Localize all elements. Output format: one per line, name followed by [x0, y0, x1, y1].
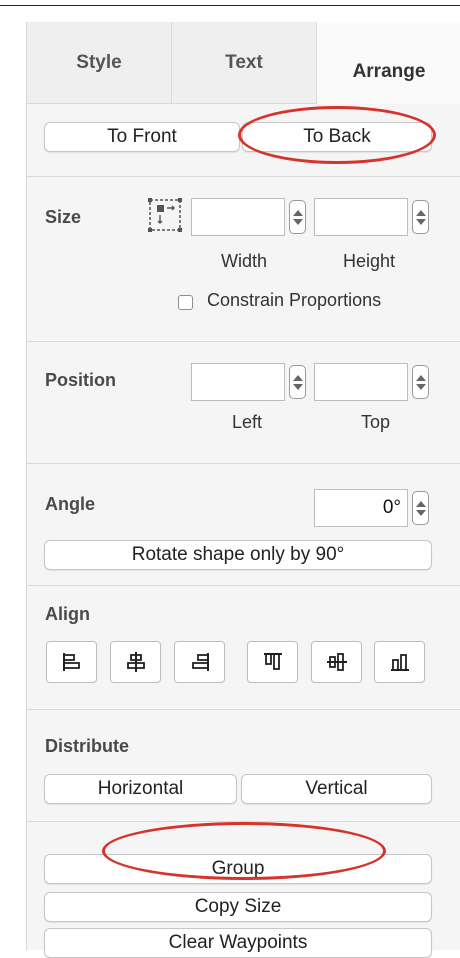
angle-label: Angle: [45, 494, 96, 514]
distribute-section: Distribute Horizontal Vertical: [27, 709, 460, 822]
position-label: Position: [45, 370, 116, 390]
stepper-down-icon: [292, 383, 303, 390]
height-stepper[interactable]: [412, 200, 429, 234]
actions-section: Group Copy Size Clear Waypoints: [27, 821, 460, 958]
align-middle-icon: [326, 653, 347, 671]
stepper-up-icon: [415, 500, 426, 507]
angle-input[interactable]: 0°: [314, 489, 408, 527]
align-center-button[interactable]: [110, 641, 161, 683]
align-right-button[interactable]: [174, 641, 225, 683]
align-right-icon: [191, 653, 209, 671]
align-bottom-icon: [390, 654, 409, 671]
copy-size-button[interactable]: Copy Size: [44, 892, 432, 922]
to-back-button[interactable]: To Back: [242, 122, 432, 152]
clear-waypoints-button[interactable]: Clear Waypoints: [44, 928, 432, 958]
stepper-up-icon: [415, 374, 426, 381]
angle-stepper[interactable]: [412, 491, 429, 525]
stepper-up-icon: [292, 209, 303, 216]
angle-section: Angle 0° Rotate shape only by 90°: [27, 463, 460, 586]
stepper-down-icon: [415, 218, 426, 225]
window-top-border: [0, 5, 460, 6]
stepper-down-icon: [292, 218, 303, 225]
distribute-horizontal-button[interactable]: Horizontal: [44, 774, 237, 804]
format-tabs: Style Text Arrange: [27, 22, 460, 104]
stepper-up-icon: [292, 374, 303, 381]
group-button[interactable]: Group: [44, 854, 432, 884]
width-stepper[interactable]: [289, 200, 306, 234]
align-section: Align: [27, 585, 460, 710]
constrain-proportions-checkbox[interactable]: [178, 295, 193, 310]
height-caption: Height: [343, 251, 396, 271]
width-caption: Width: [221, 251, 268, 271]
tab-arrange[interactable]: Arrange: [317, 22, 460, 104]
top-input[interactable]: [314, 363, 408, 401]
size-label: Size: [45, 207, 82, 227]
align-center-icon: [126, 652, 145, 672]
tab-text[interactable]: Text: [172, 22, 317, 104]
stepper-up-icon: [415, 209, 426, 216]
top-stepper[interactable]: [412, 365, 429, 399]
size-section: Size Width Height Constrain Proportions: [27, 176, 460, 342]
align-left-icon: [62, 653, 80, 671]
left-stepper[interactable]: [289, 365, 306, 399]
align-left-button[interactable]: [46, 641, 97, 683]
align-top-icon: [263, 653, 282, 670]
align-bottom-button[interactable]: [374, 641, 425, 683]
align-middle-button[interactable]: [311, 641, 362, 683]
constrain-proportions-label: Constrain Proportions: [207, 290, 382, 310]
distribute-label: Distribute: [45, 736, 130, 756]
to-front-button[interactable]: To Front: [44, 122, 240, 152]
left-input[interactable]: [191, 363, 285, 401]
left-caption: Left: [232, 412, 263, 432]
rotate-shape-button[interactable]: Rotate shape only by 90°: [44, 540, 432, 570]
autosize-icon[interactable]: [147, 197, 183, 233]
format-panel: Style Text Arrange To Front To Back Size: [26, 22, 460, 958]
stepper-down-icon: [415, 509, 426, 516]
align-top-button[interactable]: [247, 641, 298, 683]
order-section: To Front To Back: [27, 104, 460, 176]
width-input[interactable]: [191, 198, 285, 236]
distribute-vertical-button[interactable]: Vertical: [241, 774, 432, 804]
tab-style[interactable]: Style: [27, 22, 172, 104]
position-section: Position Left Top: [27, 341, 460, 464]
top-caption: Top: [361, 412, 391, 432]
height-input[interactable]: [314, 198, 408, 236]
stepper-down-icon: [415, 383, 426, 390]
align-label: Align: [45, 604, 90, 624]
